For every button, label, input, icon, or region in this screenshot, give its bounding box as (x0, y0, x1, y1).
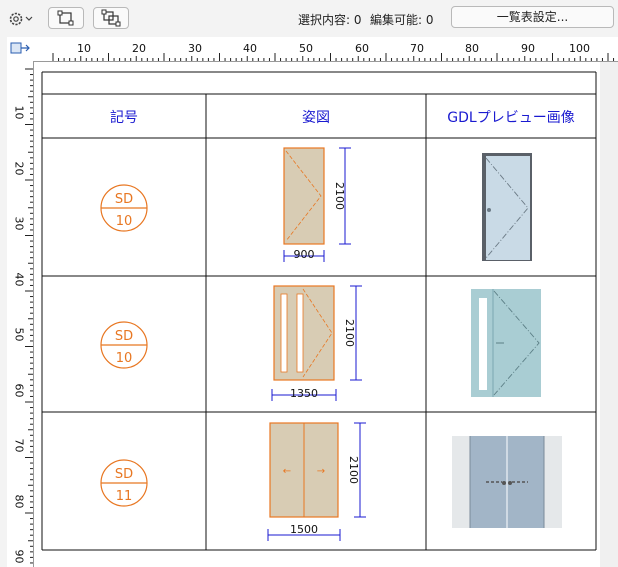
group-select-icon (101, 9, 121, 27)
group-select-button[interactable] (93, 7, 129, 29)
width-dimension: 900 (294, 248, 315, 261)
vertical-ruler[interactable] (7, 61, 34, 567)
select-frame-icon (57, 10, 74, 26)
width-dimension: 1500 (290, 523, 318, 536)
symbol-number: 11 (116, 489, 133, 504)
door-symbol-tag[interactable]: SD 11 (100, 459, 148, 507)
door-symbol-tag[interactable]: SD 10 (100, 184, 148, 232)
select-frame-button[interactable] (48, 7, 84, 29)
gear-icon[interactable] (7, 9, 35, 29)
width-dimension: 1350 (290, 387, 318, 400)
height-dimension: 2100 (333, 182, 346, 210)
hruler-label: 100 (569, 42, 590, 55)
gdl-preview-image[interactable] (482, 153, 532, 261)
symbol-code: SD (115, 192, 133, 207)
gdl-preview-image[interactable] (452, 436, 562, 528)
header-symbol: 記号 (110, 110, 138, 126)
hruler-label: 70 (410, 42, 424, 55)
vertical-scrollbar[interactable] (600, 62, 618, 567)
symbol-number: 10 (116, 351, 133, 366)
hruler-label: 40 (243, 42, 257, 55)
hruler-label: 90 (521, 42, 535, 55)
toolbar: 選択内容: 0 編集可能: 0 一覧表設定... (0, 0, 618, 36)
svg-text:←: ← (283, 466, 291, 477)
header-gdl-preview: GDLプレビュー画像 (447, 110, 575, 126)
svg-text:→: → (317, 466, 325, 477)
symbol-code: SD (115, 329, 133, 344)
hruler-label: 80 (465, 42, 479, 55)
gdl-preview-image[interactable] (471, 289, 541, 397)
list-settings-button[interactable]: 一覧表設定... (451, 6, 614, 28)
height-dimension: 2100 (347, 456, 360, 484)
door-elevation[interactable]: 900 2100 (283, 147, 351, 262)
hruler-label: 10 (77, 42, 91, 55)
door-symbol-tag[interactable]: SD 10 (100, 321, 148, 369)
hruler-label: 20 (132, 42, 146, 55)
door-elevation[interactable]: 1350 2100 (271, 285, 362, 401)
horizontal-ruler[interactable]: 10 20 30 40 50 60 70 80 90 100 (33, 37, 618, 62)
status-editable: 編集可能: 0 (370, 13, 434, 27)
ruler-origin-button[interactable] (7, 37, 33, 61)
symbol-code: SD (115, 467, 133, 482)
status-selected: 選択内容: 0 (298, 13, 362, 27)
symbol-number: 10 (116, 214, 133, 229)
ruler-origin-icon (10, 42, 30, 54)
schedule-sheet: SD 10 SD 10 SD 11 900 2100 1350 2100 ← →… (34, 62, 600, 567)
height-dimension: 2100 (343, 319, 356, 347)
header-elevation: 姿図 (302, 110, 330, 126)
hruler-label: 50 (299, 42, 313, 55)
door-elevation[interactable]: ← → 1500 2100 (267, 422, 366, 541)
hruler-label: 30 (188, 42, 202, 55)
hruler-label: 60 (355, 42, 369, 55)
